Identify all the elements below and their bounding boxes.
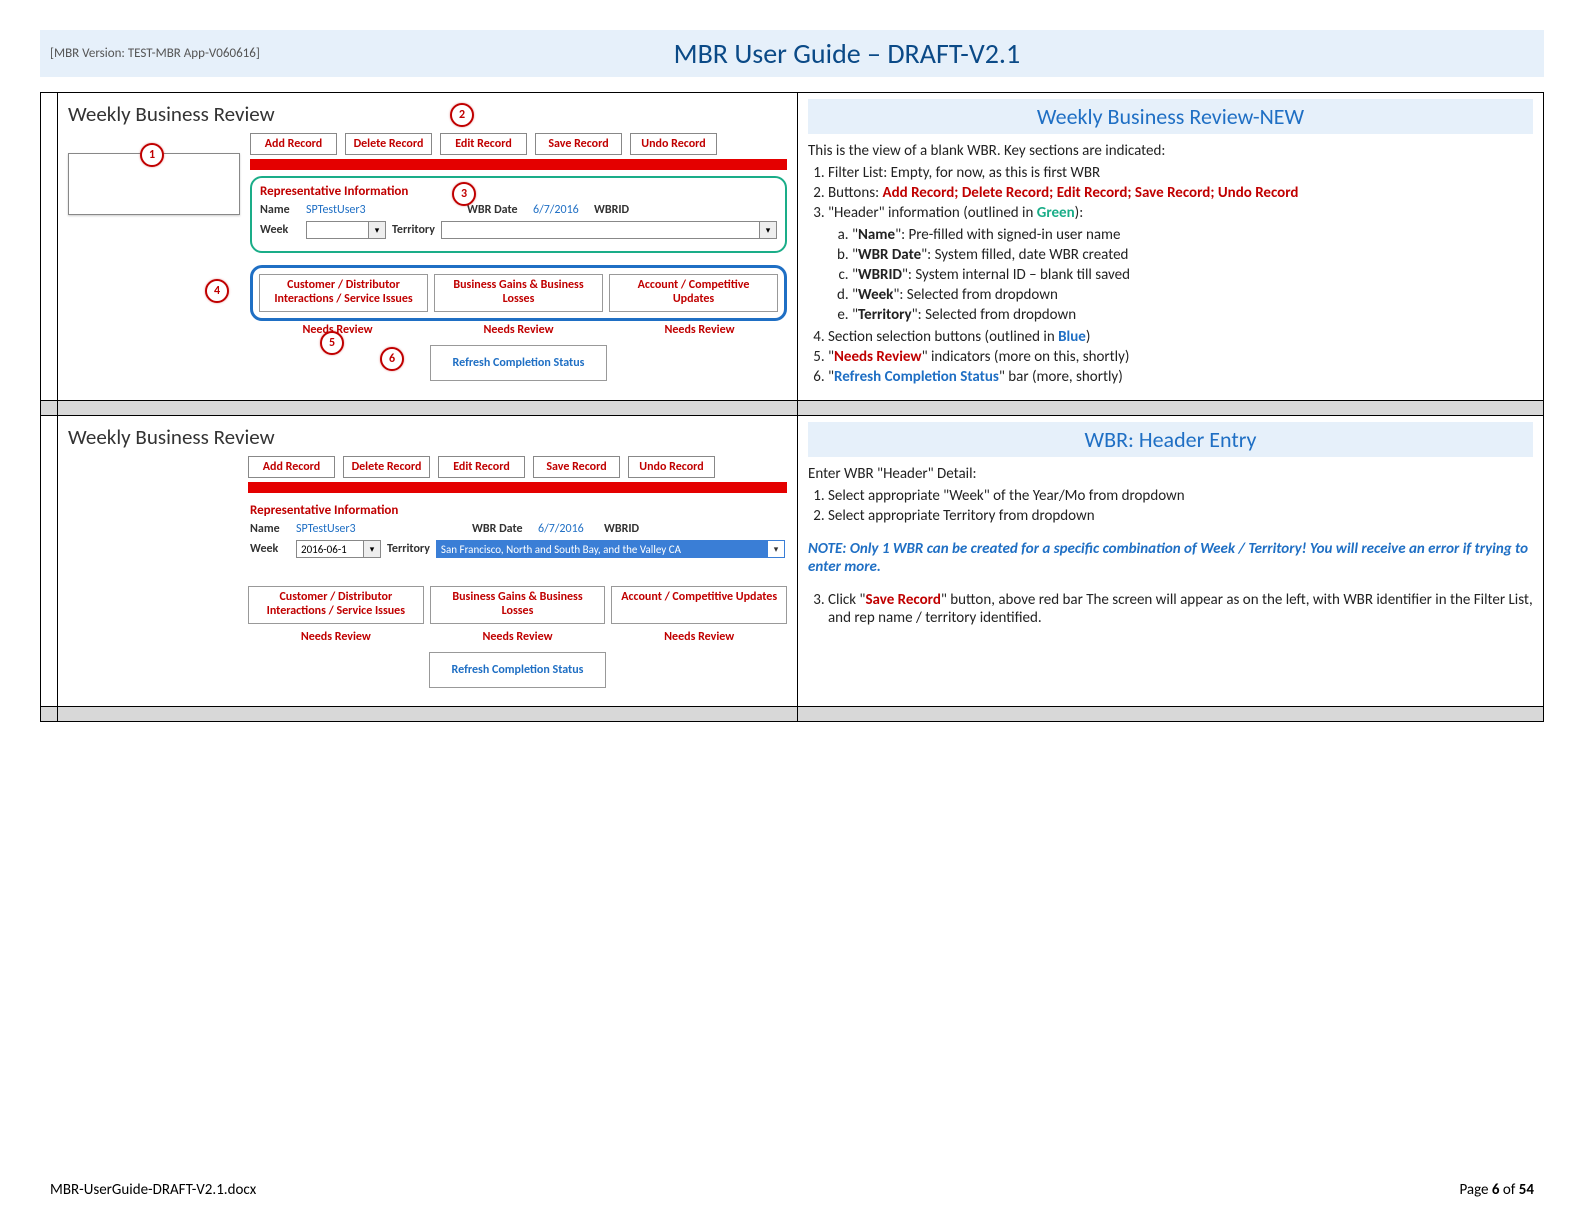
add-record-button[interactable]: Add Record <box>248 456 335 478</box>
territory-label: Territory <box>387 542 430 556</box>
notes2-item-3: Click "Save Record" button, above red ba… <box>828 591 1533 627</box>
notes-title-1: Weekly Business Review-NEW <box>808 99 1533 134</box>
footer-page: Page 6 of 54 <box>1459 1181 1534 1199</box>
edit-record-button[interactable]: Edit Record <box>438 456 525 478</box>
notes-intro-1: This is the view of a blank WBR. Key sec… <box>808 142 1533 160</box>
delete-record-button[interactable]: Delete Record <box>343 456 430 478</box>
doc-header: [MBR Version: TEST-MBR App-V060616] MBR … <box>40 30 1544 77</box>
notes-panel-2: WBR: Header Entry Enter WBR "Header" Det… <box>798 416 1543 706</box>
save-record-button[interactable]: Save Record <box>533 456 620 478</box>
separator <box>41 707 1543 721</box>
needs-review-3: Needs Review <box>612 323 787 337</box>
territory-dropdown[interactable]: San Francisco, North and South Bay, and … <box>436 540 785 558</box>
undo-record-button[interactable]: Undo Record <box>628 456 715 478</box>
wbrid-label: WBRID <box>604 522 639 536</box>
chevron-down-icon: ▾ <box>767 541 784 557</box>
page-footer: MBR-UserGuide-DRAFT-V2.1.docx Page 6 of … <box>50 1181 1534 1199</box>
callout-1: 1 <box>140 143 164 167</box>
section-account-button[interactable]: Account / Competitive Updates <box>609 274 778 312</box>
name-value: SPTestUser3 <box>306 203 461 217</box>
app-title: Weekly Business Review <box>68 424 787 450</box>
callout-5: 5 <box>320 331 344 355</box>
notes-item-6: "Refresh Completion Status" bar (more, s… <box>828 368 1533 386</box>
notes-item-3: "Header" information (outlined in Green)… <box>828 204 1533 324</box>
footer-file: MBR-UserGuide-DRAFT-V2.1.docx <box>50 1181 256 1199</box>
notes-item-2: Buttons: Add Record; Delete Record; Edit… <box>828 184 1533 202</box>
chevron-down-icon: ▾ <box>368 222 385 238</box>
needs-review-2: Needs Review <box>431 323 606 337</box>
callout-4: 4 <box>205 279 229 303</box>
doc-title: MBR User Guide – DRAFT-V2.1 <box>160 36 1534 71</box>
callout-2: 2 <box>450 103 474 127</box>
red-bar <box>248 482 787 493</box>
notes-intro-2: Enter WBR "Header" Detail: <box>808 465 1533 483</box>
callout-3: 3 <box>452 182 476 206</box>
needs-review-2: Needs Review <box>430 630 606 644</box>
notes-item-5: "Needs Review" indicators (more on this,… <box>828 348 1533 366</box>
chevron-down-icon: ▾ <box>759 222 776 238</box>
screenshot-panel-2: Weekly Business Review Add Record Delete… <box>58 416 798 706</box>
record-buttons: Add Record Delete Record Edit Record Sav… <box>250 133 787 155</box>
rep-info-box: Representative Information Name SPTestUs… <box>248 499 787 570</box>
wbrdate-label: WBR Date <box>467 203 527 217</box>
rep-info-title: Representative Information <box>260 184 777 199</box>
wbrdate-value: 6/7/2016 <box>533 203 588 217</box>
separator <box>41 401 1543 416</box>
callout-6: 6 <box>380 347 404 371</box>
section-gains-button[interactable]: Business Gains & Business Losses <box>434 274 603 312</box>
row-gutter <box>41 416 58 706</box>
name-value: SPTestUser3 <box>296 522 466 536</box>
app-title: Weekly Business Review <box>68 101 787 127</box>
needs-review-3: Needs Review <box>611 630 787 644</box>
notes2-item-2: Select appropriate Territory from dropdo… <box>828 507 1533 525</box>
section-buttons: Customer / Distributor Interactions / Se… <box>248 582 787 628</box>
screenshot-panel-1: Weekly Business Review 2 1 Add Record De… <box>58 93 798 400</box>
chevron-down-icon: ▾ <box>363 541 380 557</box>
name-label: Name <box>260 203 300 217</box>
notes-item-4: Section selection buttons (outlined in B… <box>828 328 1533 346</box>
needs-review-row: Needs Review Needs Review Needs Review <box>248 630 787 644</box>
notes-panel-1: Weekly Business Review-NEW This is the v… <box>798 93 1543 400</box>
section-customer-button[interactable]: Customer / Distributor Interactions / Se… <box>259 274 428 312</box>
territory-label: Territory <box>392 223 435 237</box>
refresh-status-button[interactable]: Refresh Completion Status <box>429 652 607 688</box>
section-gains-button[interactable]: Business Gains & Business Losses <box>430 586 606 624</box>
save-record-button[interactable]: Save Record <box>535 133 622 155</box>
edit-record-button[interactable]: Edit Record <box>440 133 527 155</box>
week-dropdown[interactable]: 2016-06-1 ▾ <box>296 540 381 558</box>
wbrid-label: WBRID <box>594 203 629 217</box>
notes-title-2: WBR: Header Entry <box>808 422 1533 457</box>
section-buttons: Customer / Distributor Interactions / Se… <box>250 265 787 321</box>
record-buttons: Add Record Delete Record Edit Record Sav… <box>248 456 787 478</box>
red-bar <box>250 159 787 170</box>
refresh-status-button[interactable]: Refresh Completion Status <box>430 345 608 381</box>
section-customer-button[interactable]: Customer / Distributor Interactions / Se… <box>248 586 424 624</box>
delete-record-button[interactable]: Delete Record <box>345 133 432 155</box>
row-gutter <box>41 93 58 400</box>
rep-info-title: Representative Information <box>250 503 785 518</box>
add-record-button[interactable]: Add Record <box>250 133 337 155</box>
section-account-button[interactable]: Account / Competitive Updates <box>611 586 787 624</box>
wbrdate-label: WBR Date <box>472 522 532 536</box>
notes2-note: NOTE: Only 1 WBR can be created for a sp… <box>808 540 1533 576</box>
week-label: Week <box>260 223 300 237</box>
rep-info-box: 3 Representative Information Name SPTest… <box>250 176 787 253</box>
notes-item-1: Filter List: Empty, for now, as this is … <box>828 164 1533 182</box>
week-dropdown[interactable]: ▾ <box>306 221 386 239</box>
undo-record-button[interactable]: Undo Record <box>630 133 717 155</box>
needs-review-1: Needs Review <box>248 630 424 644</box>
week-label: Week <box>250 542 290 556</box>
name-label: Name <box>250 522 290 536</box>
wbrdate-value: 6/7/2016 <box>538 522 598 536</box>
territory-dropdown[interactable]: ▾ <box>441 221 777 239</box>
notes2-item-1: Select appropriate "Week" of the Year/Mo… <box>828 487 1533 505</box>
